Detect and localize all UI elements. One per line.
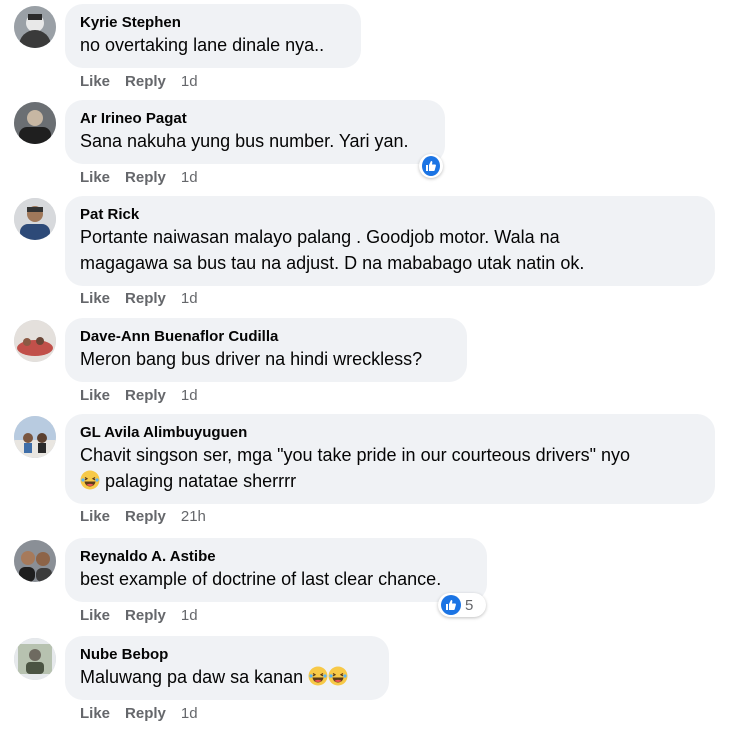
comment-timestamp[interactable]: 1d <box>181 73 198 90</box>
reply-button[interactable]: Reply <box>125 73 166 90</box>
comment-text-line-wrap: palaging natatae sherrrr <box>80 468 701 494</box>
comment-bubble: Kyrie Stephen no overtaking lane dinale … <box>65 4 361 68</box>
comment-timestamp[interactable]: 1d <box>181 607 198 624</box>
like-button[interactable]: Like <box>80 73 110 90</box>
like-button[interactable]: Like <box>80 705 110 722</box>
like-button[interactable]: Like <box>80 290 110 307</box>
avatar[interactable] <box>14 416 56 458</box>
reaction-count: 5 <box>465 596 474 614</box>
laughing-emoji-icon <box>308 666 328 686</box>
comment-text: Meron bang bus driver na hindi wreckless… <box>80 349 423 369</box>
like-button[interactable]: Like <box>80 169 110 186</box>
comment-text-line: palaging natatae sherrrr <box>105 471 297 491</box>
reply-button[interactable]: Reply <box>125 169 166 186</box>
comment-author[interactable]: Kyrie Stephen <box>80 13 347 32</box>
reaction-badge[interactable]: 5 <box>438 593 486 617</box>
comment-bubble: GL Avila Alimbuyuguen Chavit singson ser… <box>65 414 715 504</box>
comment-text-line: Portante naiwasan malayo palang . Goodjo… <box>80 227 560 247</box>
comment-actions: Like Reply 1d <box>80 607 198 624</box>
comment-text-wrap: Maluwang pa daw sa kanan <box>80 664 375 690</box>
comment-actions: Like Reply 21h <box>80 508 206 525</box>
comment-actions: Like Reply 1d <box>80 387 198 404</box>
reply-button[interactable]: Reply <box>125 508 166 525</box>
comment-actions: Like Reply 1d <box>80 290 198 307</box>
comment-timestamp[interactable]: 21h <box>181 508 206 525</box>
like-button[interactable]: Like <box>80 508 110 525</box>
comment-author[interactable]: Nube Bebop <box>80 645 375 664</box>
avatar[interactable] <box>14 540 56 582</box>
avatar[interactable] <box>14 638 56 680</box>
comment-author[interactable]: GL Avila Alimbuyuguen <box>80 423 701 442</box>
reply-button[interactable]: Reply <box>125 290 166 307</box>
avatar[interactable] <box>14 6 56 48</box>
like-button[interactable]: Like <box>80 607 110 624</box>
avatar[interactable] <box>14 320 56 362</box>
comment-author[interactable]: Pat Rick <box>80 205 701 224</box>
comment-text: Sana nakuha yung bus number. Yari yan. <box>80 131 409 151</box>
comment-bubble: Dave-Ann Buenaflor Cudilla Meron bang bu… <box>65 318 467 382</box>
comment-text-line: magagawa sa bus tau na adjust. D na maba… <box>80 253 585 273</box>
laughing-emoji-icon <box>80 470 100 490</box>
comment-text: Maluwang pa daw sa kanan <box>80 667 304 687</box>
comment-timestamp[interactable]: 1d <box>181 169 198 186</box>
reply-button[interactable]: Reply <box>125 705 166 722</box>
comment-actions: Like Reply 1d <box>80 705 198 722</box>
comment-bubble: Nube Bebop Maluwang pa daw sa kanan <box>65 636 389 700</box>
comment-text-line: Chavit singson ser, mga "you take pride … <box>80 445 631 465</box>
reply-button[interactable]: Reply <box>125 607 166 624</box>
avatar[interactable] <box>14 102 56 144</box>
comment-actions: Like Reply 1d <box>80 73 198 90</box>
comment-timestamp[interactable]: 1d <box>181 290 198 307</box>
comment-bubble: Pat Rick Portante naiwasan malayo palang… <box>65 196 715 286</box>
comment-author[interactable]: Dave-Ann Buenaflor Cudilla <box>80 327 453 346</box>
reply-button[interactable]: Reply <box>125 387 166 404</box>
laughing-emoji-icon <box>328 666 348 686</box>
comment-bubble: Ar Irineo Pagat Sana nakuha yung bus num… <box>65 100 445 164</box>
comment-author[interactable]: Ar Irineo Pagat <box>80 109 431 128</box>
comment-text: best example of doctrine of last clear c… <box>80 569 442 589</box>
comment-actions: Like Reply 1d <box>80 169 198 186</box>
reaction-badge[interactable] <box>419 154 443 178</box>
comment-timestamp[interactable]: 1d <box>181 387 198 404</box>
comment-text: no overtaking lane dinale nya.. <box>80 35 325 55</box>
avatar[interactable] <box>14 198 56 240</box>
comment-timestamp[interactable]: 1d <box>181 705 198 722</box>
comment-bubble: Reynaldo A. Astibe best example of doctr… <box>65 538 487 602</box>
like-button[interactable]: Like <box>80 387 110 404</box>
thumbs-up-icon <box>441 595 461 615</box>
comment-author[interactable]: Reynaldo A. Astibe <box>80 547 473 566</box>
thumbs-up-icon <box>422 156 440 176</box>
